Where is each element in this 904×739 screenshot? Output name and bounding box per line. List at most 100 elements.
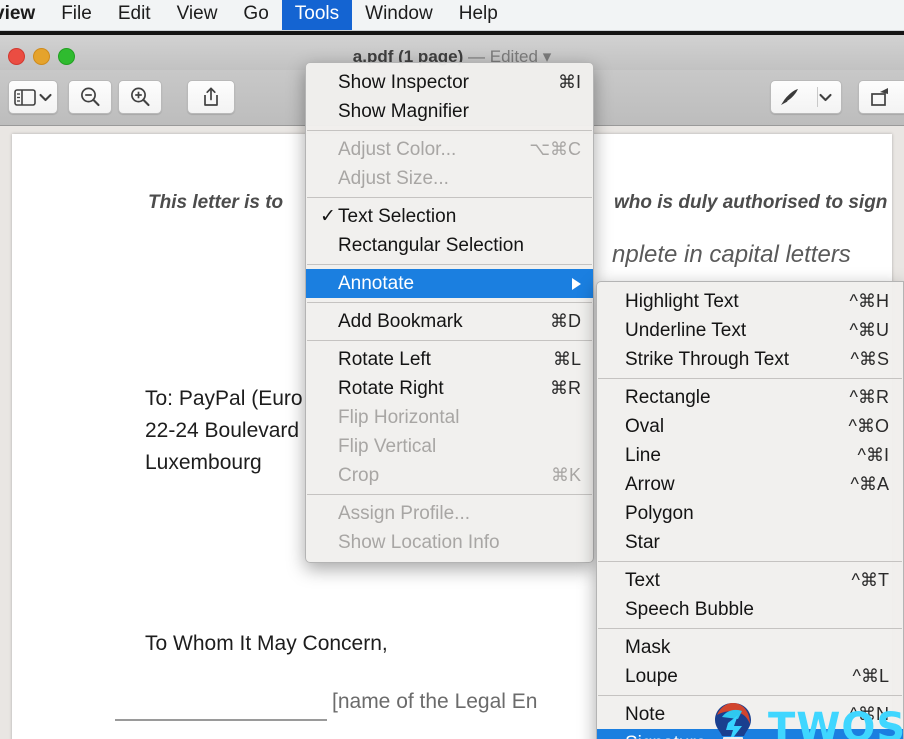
menu-separator [307,340,592,341]
menu-item-label: Rectangular Selection [338,234,524,256]
document-text-line: [name of the Legal En [332,690,538,713]
zoom-in-icon [131,87,150,107]
menu-item-label: Arrow [625,473,675,495]
menu-item-adjust-size: Adjust Size... [306,164,593,193]
menubar-item-window[interactable]: Window [352,0,446,30]
menu-item-shortcut: ^⌘I [857,445,889,465]
markup-toolbar-button[interactable] [770,80,842,114]
menu-item-shortcut: ^⌘T [851,570,889,590]
menu-item-label: Speech Bubble [625,598,754,620]
tools-menu[interactable]: Show Inspector ⌘I Show Magnifier Adjust Col… [305,62,594,563]
zoom-button[interactable] [58,48,75,65]
menu-item-label: Show Magnifier [338,100,469,122]
menu-item-label: Oval [625,415,665,437]
document-text-line: 22-24 Boulevard [145,419,300,442]
more-toolbar-button[interactable] [858,80,904,114]
menu-item-text-selection[interactable]: ✓ Text Selection [306,202,593,231]
document-text-line: Luxembourg [145,451,262,474]
menu-item-label: Show Inspector [338,71,469,93]
menu-separator [307,494,592,495]
menu-item-label: Text Selection [338,205,457,227]
menu-item-label: Show Location Info [338,531,500,553]
menu-item-text[interactable]: Text ^⌘T [597,566,903,595]
menu-item-highlight-text[interactable]: Highlight Text ^⌘H [597,287,903,316]
menu-item-label: Crop [338,464,380,486]
menu-item-mask[interactable]: Mask [597,633,903,662]
share-icon [204,87,218,106]
checkmark-icon: ✓ [320,206,336,227]
menu-item-shortcut: ^⌘O [848,416,889,436]
menubar-item-view[interactable]: view [0,0,48,30]
menu-item-polygon[interactable]: Polygon [597,499,903,528]
menubar-item-go[interactable]: Go [230,0,281,30]
menu-item-shortcut: ⌥⌘C [529,139,581,159]
menu-item-annotate[interactable]: Annotate [306,269,593,298]
menu-separator [307,130,592,131]
chevron-down-icon [39,93,52,101]
menu-item-assign-profile: Assign Profile... [306,499,593,528]
menu-item-shortcut: ^⌘S [850,349,889,369]
export-icon [870,88,888,106]
document-text-line: This letter is to [148,192,284,213]
menu-item-label: Star [625,531,660,553]
menu-item-star[interactable]: Star [597,528,903,557]
menu-item-rotate-left[interactable]: Rotate Left ⌘L [306,345,593,374]
menu-item-shortcut: ^⌘N [849,704,889,724]
menu-item-line[interactable]: Line ^⌘I [597,441,903,470]
menubar-item-tools[interactable]: Tools [281,0,353,30]
menubar-item-help[interactable]: Help [446,0,511,30]
menu-item-note[interactable]: Note ^⌘N [597,700,903,729]
sidebar-view-button[interactable] [8,80,58,114]
menu-bar: viewFileEditViewGoToolsWindowHelp [0,0,904,31]
menubar-item-view[interactable]: View [164,0,231,30]
menu-item-shortcut: ^⌘L [852,666,889,686]
menu-separator [598,378,902,379]
menu-item-loupe[interactable]: Loupe ^⌘L [597,662,903,691]
menu-item-shortcut: ^⌘A [850,474,889,494]
menu-item-arrow[interactable]: Arrow ^⌘A [597,470,903,499]
menu-item-show-inspector[interactable]: Show Inspector ⌘I [306,68,593,97]
menu-separator [598,628,902,629]
menu-item-label: Rectangle [625,386,711,408]
document-text-line: nplete in capital letters [612,241,851,268]
menu-separator [598,561,902,562]
menu-item-shortcut: ^⌘U [849,320,889,340]
menu-item-crop: Crop ⌘K [306,461,593,490]
menu-item-label: Underline Text [625,319,747,341]
menu-item-shortcut: ^⌘H [849,291,889,311]
menu-separator [307,264,592,265]
menu-item-rotate-right[interactable]: Rotate Right ⌘R [306,374,593,403]
menu-item-signature[interactable]: Signature [597,729,903,739]
chevron-down-icon [818,93,832,101]
menu-item-label: Line [625,444,661,466]
annotate-submenu[interactable]: Highlight Text ^⌘H Underline Text ^⌘U Strike… [596,281,904,739]
menu-item-label: Adjust Color... [338,138,457,160]
menubar-item-edit[interactable]: Edit [105,0,164,30]
zoom-in-button[interactable] [118,80,162,114]
menu-item-adjust-color: Adjust Color... ⌥⌘C [306,135,593,164]
markup-divider [817,87,818,107]
menu-item-label: Loupe [625,665,678,687]
menu-item-shortcut: ⌘I [557,72,581,92]
menu-item-strike-through-text[interactable]: Strike Through Text ^⌘S [597,345,903,374]
menu-item-shortcut: ⌘K [550,465,581,485]
share-button[interactable] [187,80,235,114]
menu-item-label: Flip Horizontal [338,406,460,428]
menu-item-shortcut: ⌘L [552,349,581,369]
menu-item-oval[interactable]: Oval ^⌘O [597,412,903,441]
close-button[interactable] [8,48,25,65]
menu-item-rectangle[interactable]: Rectangle ^⌘R [597,383,903,412]
zoom-out-button[interactable] [68,80,112,114]
menu-item-show-magnifier[interactable]: Show Magnifier [306,97,593,126]
menu-item-label: Polygon [625,502,694,524]
minimize-button[interactable] [33,48,50,65]
menu-item-rectangular-selection[interactable]: Rectangular Selection [306,231,593,260]
menu-item-speech-bubble[interactable]: Speech Bubble [597,595,903,624]
menu-item-label: Strike Through Text [625,348,790,370]
menu-item-label: Mask [625,636,671,658]
menu-separator [598,695,902,696]
menu-item-underline-text[interactable]: Underline Text ^⌘U [597,316,903,345]
menu-item-show-location-info: Show Location Info [306,528,593,557]
menu-item-add-bookmark[interactable]: Add Bookmark ⌘D [306,307,593,336]
menubar-item-file[interactable]: File [48,0,105,30]
